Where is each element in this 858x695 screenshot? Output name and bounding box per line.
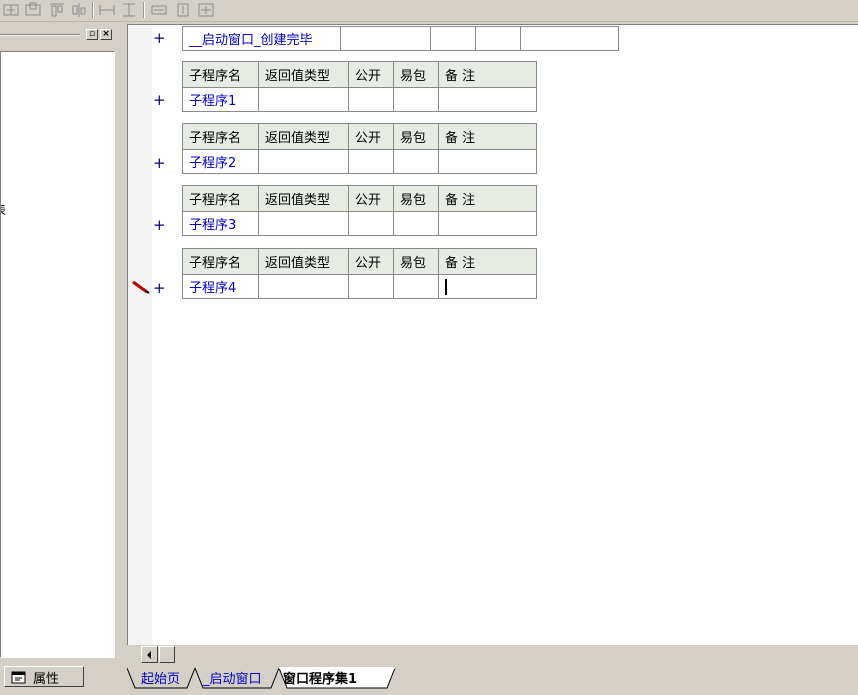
tab-window-assembly[interactable]: 窗口程序集1 [283, 668, 357, 687]
properties-tab[interactable]: 属性 [4, 666, 84, 687]
table-cell[interactable] [438, 149, 537, 174]
text-cursor [445, 278, 447, 295]
document-tabs: 起始页 _启动窗口 窗口程序集1 [127, 666, 858, 695]
column-header: 备 注 [438, 248, 537, 275]
table-cell[interactable] [475, 26, 521, 51]
horizontal-scrollbar[interactable] [127, 645, 858, 664]
code-editor[interactable]: + __启动窗口_创建完毕 + 子程序名 返回值类型 公开 易包 备 注 子程序… [127, 24, 858, 646]
expand-button[interactable]: + [153, 93, 166, 108]
subroutine-table: 子程序名 返回值类型 公开 易包 备 注 子程序3 [182, 185, 537, 236]
column-header: 备 注 [438, 185, 537, 212]
arrow-left-icon [147, 651, 151, 659]
subroutine-table: 子程序名 返回值类型 公开 易包 备 注 子程序4 [182, 248, 537, 299]
column-header: 子程序名 [182, 61, 259, 88]
table-cell[interactable] [393, 274, 439, 299]
left-panel: ▫ × 表 [0, 24, 120, 662]
column-header: 易包 [393, 185, 439, 212]
pencil-icon [132, 280, 150, 294]
close-icon[interactable]: × [100, 29, 112, 40]
column-header: 公开 [348, 185, 394, 212]
titlebar-grip [0, 34, 80, 36]
editor-gutter [128, 25, 152, 646]
table-cell[interactable] [258, 87, 349, 112]
subroutine-name-cell[interactable]: 子程序1 [182, 87, 259, 112]
table-cell[interactable] [393, 87, 439, 112]
toolbar [0, 0, 858, 22]
column-header: 子程序名 [182, 185, 259, 212]
subroutine-name-cell[interactable]: 子程序2 [182, 149, 259, 174]
subroutine-table: 子程序名 返回值类型 公开 易包 备 注 子程序1 [182, 61, 537, 112]
expand-button[interactable]: + [153, 31, 166, 46]
table-cell[interactable] [258, 274, 349, 299]
subroutine-name-cell[interactable]: 子程序4 [182, 274, 259, 299]
project-tree[interactable]: 表 [0, 51, 115, 658]
column-header: 公开 [348, 123, 394, 150]
remark-cell[interactable] [438, 274, 537, 299]
column-header: 易包 [393, 123, 439, 150]
event-table: __启动窗口_创建完毕 [182, 26, 619, 51]
align-top-icon[interactable] [48, 2, 66, 18]
subroutine-table: 子程序名 返回值类型 公开 易包 备 注 子程序2 [182, 123, 537, 174]
expand-button[interactable]: + [153, 218, 166, 233]
subroutine-name-cell[interactable]: 子程序3 [182, 211, 259, 236]
properties-tab-label: 属性 [33, 672, 60, 687]
table-cell[interactable] [258, 149, 349, 174]
toolbar-separator [92, 2, 94, 18]
column-header: 子程序名 [182, 248, 259, 275]
table-cell[interactable] [348, 211, 394, 236]
same-height-icon[interactable] [120, 2, 138, 18]
table-cell[interactable] [438, 211, 537, 236]
align-left-icon[interactable] [2, 2, 20, 18]
table-cell[interactable] [520, 26, 619, 51]
align-center-icon[interactable] [24, 2, 42, 18]
column-header: 子程序名 [182, 123, 259, 150]
table-cell[interactable] [340, 26, 431, 51]
column-header: 易包 [393, 248, 439, 275]
properties-icon [11, 670, 27, 684]
center-vertical-icon[interactable] [174, 2, 192, 18]
column-header: 返回值类型 [258, 61, 349, 88]
tree-item-label[interactable]: 表 [1, 201, 6, 218]
same-width-icon[interactable] [98, 2, 116, 18]
column-header: 返回值类型 [258, 185, 349, 212]
table-cell[interactable] [258, 211, 349, 236]
column-header: 返回值类型 [258, 123, 349, 150]
restore-icon[interactable]: ▫ [86, 29, 98, 40]
center-both-icon[interactable] [197, 2, 215, 18]
column-header: 公开 [348, 248, 394, 275]
tab-startup-window[interactable]: _启动窗口 [203, 668, 262, 687]
column-header: 公开 [348, 61, 394, 88]
tab-start-page[interactable]: 起始页 [141, 668, 180, 687]
expand-button[interactable]: + [153, 281, 166, 296]
table-cell[interactable] [393, 211, 439, 236]
toolbar-separator [143, 2, 145, 18]
table-cell[interactable] [393, 149, 439, 174]
scroll-left-button[interactable] [141, 646, 158, 663]
table-cell[interactable] [438, 87, 537, 112]
center-horizontal-icon[interactable] [150, 2, 168, 18]
table-cell[interactable] [348, 87, 394, 112]
column-header: 备 注 [438, 61, 537, 88]
expand-button[interactable]: + [153, 156, 166, 171]
table-cell[interactable] [348, 149, 394, 174]
column-header: 易包 [393, 61, 439, 88]
event-name-cell[interactable]: __启动窗口_创建完毕 [182, 26, 341, 51]
align-bottom-icon[interactable] [70, 2, 88, 18]
scroll-thumb[interactable] [159, 646, 175, 663]
table-cell[interactable] [430, 26, 476, 51]
panel-titlebar: ▫ × [0, 26, 118, 42]
column-header: 返回值类型 [258, 248, 349, 275]
table-cell[interactable] [348, 274, 394, 299]
column-header: 备 注 [438, 123, 537, 150]
